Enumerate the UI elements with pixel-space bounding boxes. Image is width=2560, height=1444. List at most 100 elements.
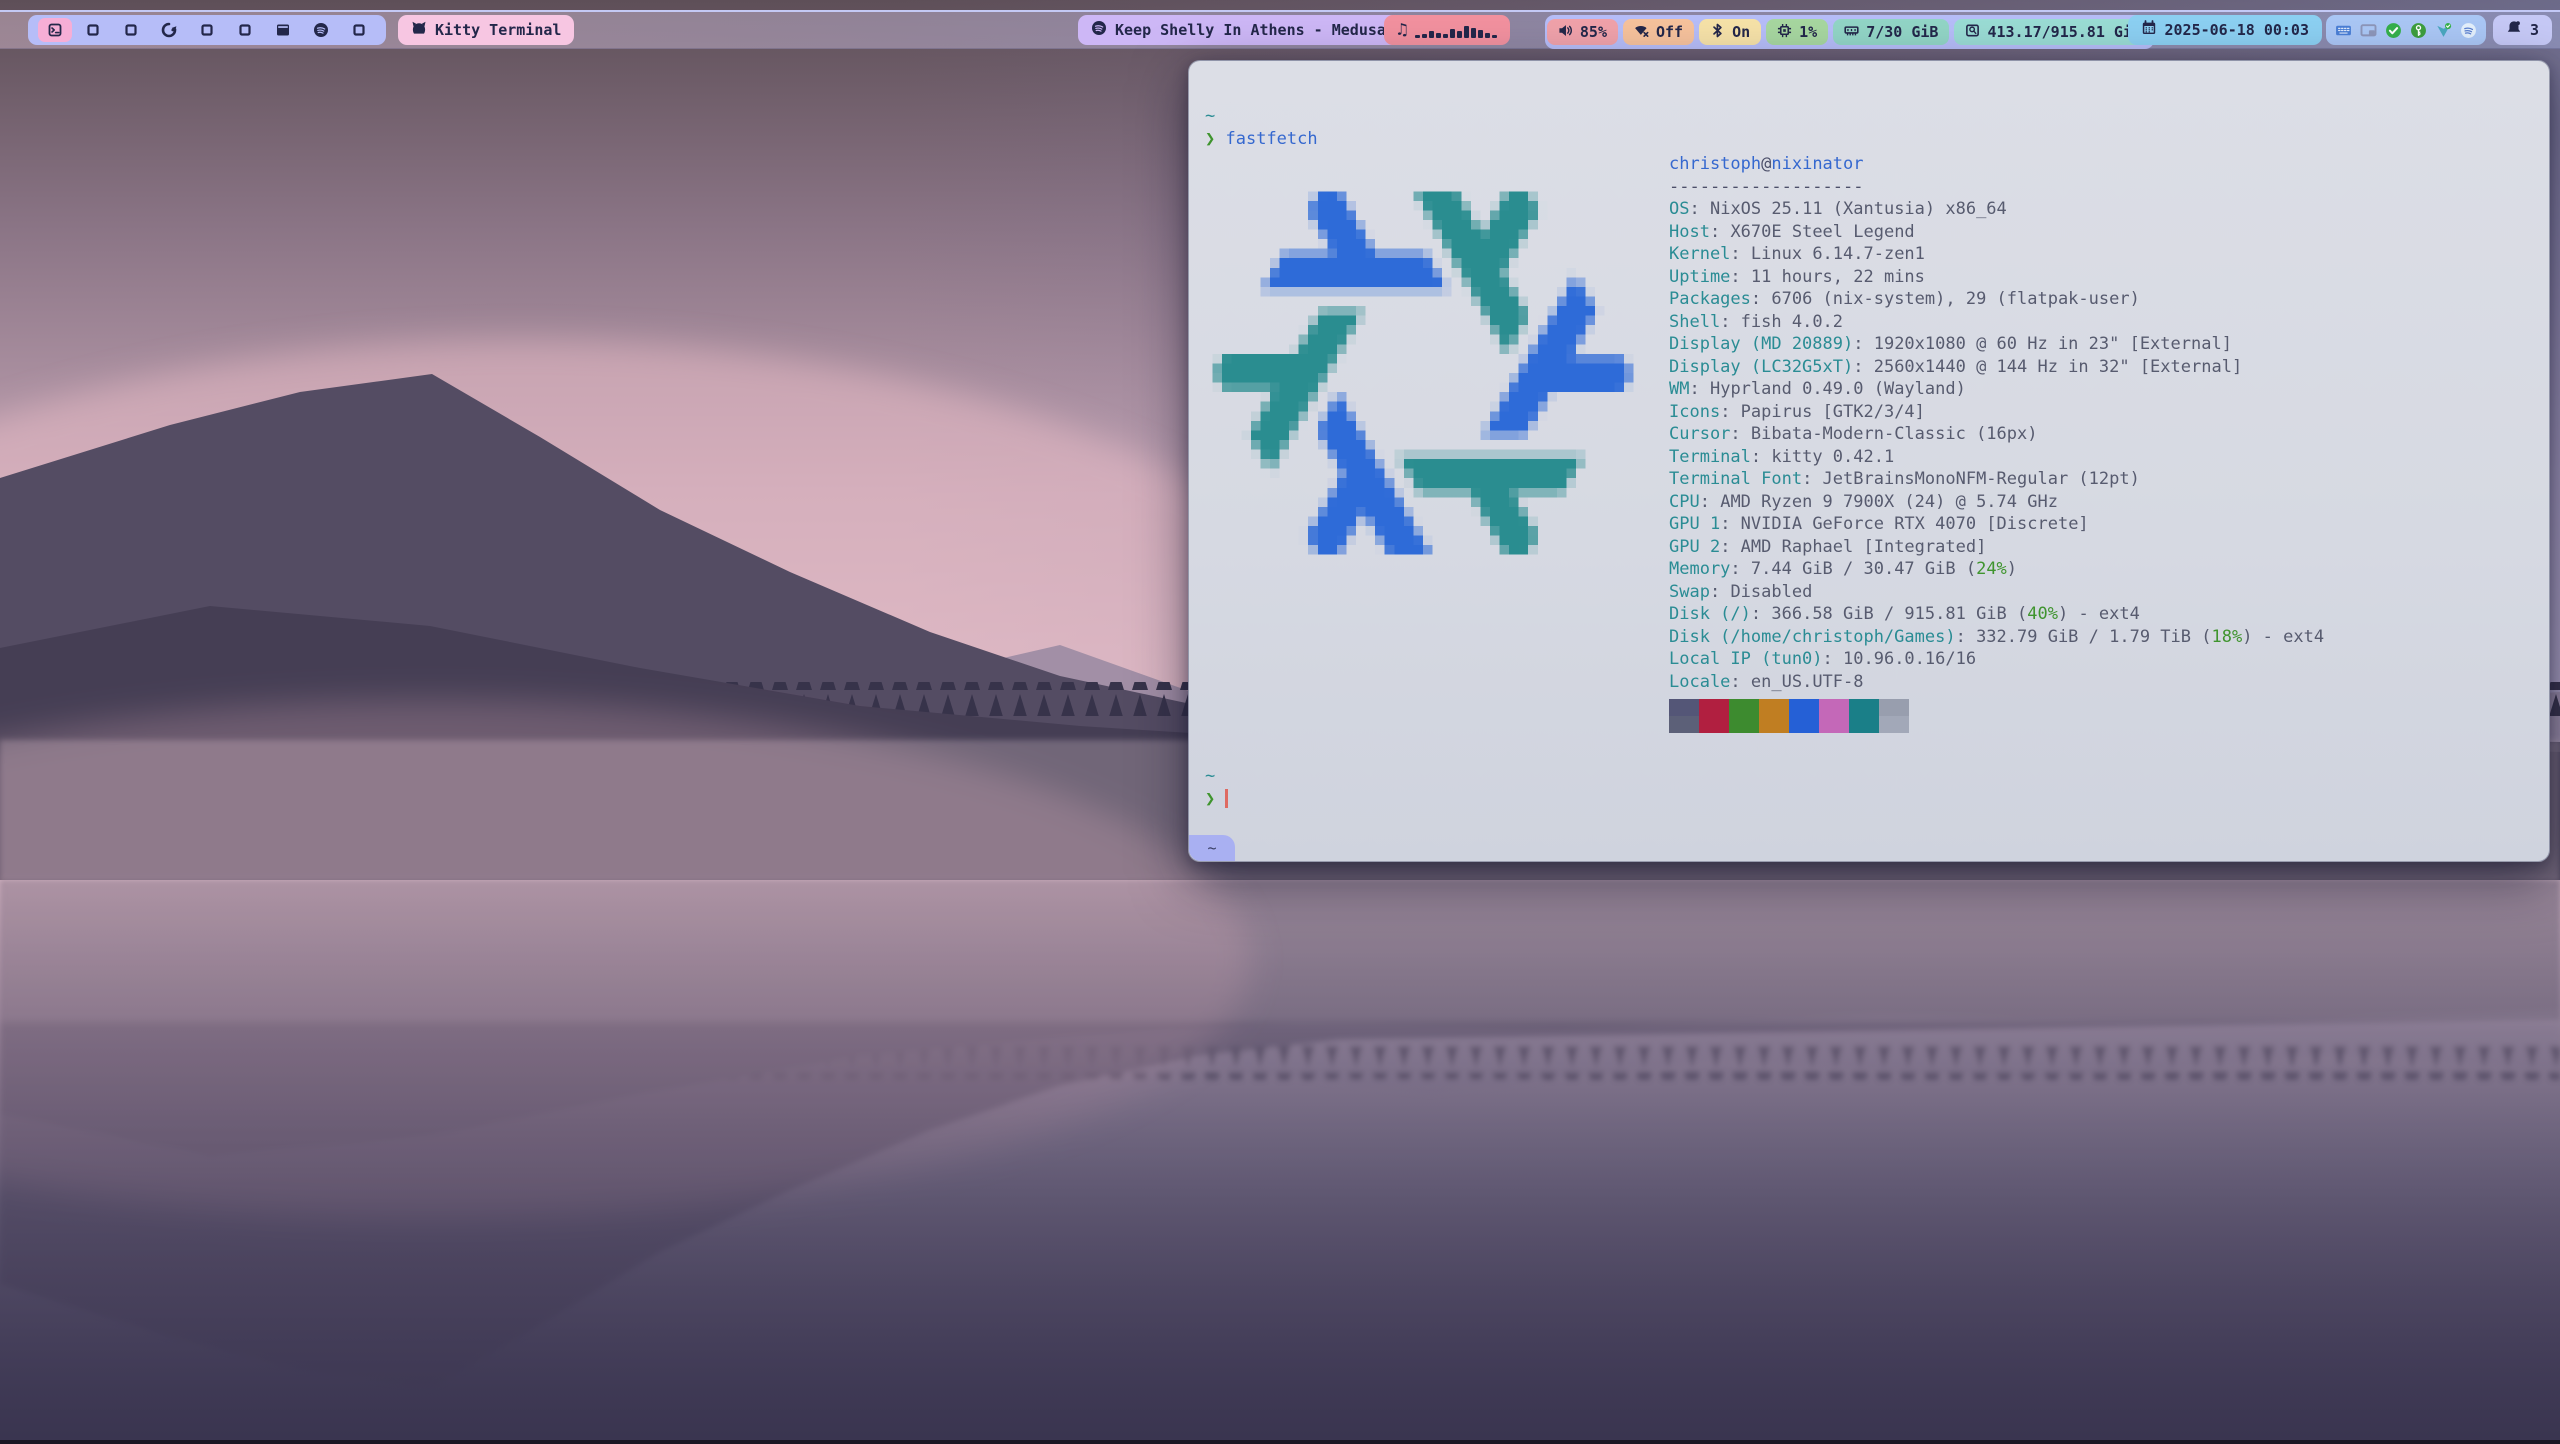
palette-swatch	[1699, 699, 1729, 716]
music-player-pill[interactable]: Keep Shelly In Athens - Medusa	[1078, 15, 1399, 45]
palette-swatch	[1849, 699, 1879, 716]
fetch-row-locale: Locale: en_US.UTF-8	[1669, 671, 2324, 694]
hdd-icon	[1965, 23, 1980, 42]
workspace-6-square[interactable]	[226, 15, 264, 45]
audio-visualizer-pill[interactable]: ♫	[1384, 15, 1510, 45]
prompt-symbol: ❯	[1205, 129, 1215, 149]
active-prompt[interactable]: ~ ❯	[1205, 765, 1228, 810]
palette-row-2	[1669, 716, 2324, 733]
command-text: fastfetch	[1226, 129, 1318, 149]
palette-swatch	[1879, 716, 1909, 733]
fetch-row-kernel: Kernel: Linux 6.14.7-zen1	[1669, 243, 2324, 266]
square-icon	[351, 22, 367, 38]
visualizer-bar	[1485, 33, 1490, 38]
palette-swatch	[1819, 716, 1849, 733]
notifications-pill[interactable]: 3	[2493, 15, 2552, 45]
fetch-row-display-md-20889-: Display (MD 20889): 1920x1080 @ 60 Hz in…	[1669, 333, 2324, 356]
bluetooth-icon	[1710, 23, 1725, 42]
workspace-5-square[interactable]	[188, 15, 226, 45]
prompt-input-line[interactable]: ❯	[1205, 788, 1228, 811]
visualizer-bar	[1471, 28, 1476, 38]
fetch-row-memory: Memory: 7.44 GiB / 30.47 GiB (24%)	[1669, 558, 2324, 581]
visualizer-bar	[1429, 31, 1434, 38]
tray-check-icon[interactable]	[2385, 22, 2402, 39]
fetch-row-os: OS: NixOS 25.11 (Xantusia) x86_64	[1669, 198, 2324, 221]
fetch-row-icons: Icons: Papirus [GTK2/3/4]	[1669, 401, 2324, 424]
workspace-8-spotify[interactable]	[302, 15, 340, 45]
palette-swatch	[1729, 716, 1759, 733]
tray-keyboard-icon[interactable]	[2335, 22, 2352, 39]
square-icon	[85, 22, 101, 38]
window-title-label: Kitty Terminal	[435, 21, 561, 39]
fetch-row-uptime: Uptime: 11 hours, 22 mins	[1669, 266, 2324, 289]
terminal-tab[interactable]: ~	[1189, 835, 1235, 861]
module-network[interactable]: Off	[1623, 19, 1694, 45]
fetch-rows: OS: NixOS 25.11 (Xantusia) x86_64Host: X…	[1669, 198, 2324, 693]
firefox-icon	[161, 22, 177, 38]
fetch-row-cursor: Cursor: Bibata-Modern-Classic (16px)	[1669, 423, 2324, 446]
fetch-row-cpu: CPU: AMD Ryzen 9 7900X (24) @ 5.74 GHz	[1669, 491, 2324, 514]
visualizer-bar	[1492, 35, 1497, 38]
workspace-4-firefox[interactable]	[150, 15, 188, 45]
module-bluetooth[interactable]: On	[1699, 19, 1761, 45]
square-icon	[237, 22, 253, 38]
fetch-row-display-lc32g5xt-: Display (LC32G5xT): 2560x1440 @ 144 Hz i…	[1669, 356, 2324, 379]
fetch-row-packages: Packages: 6706 (nix-system), 29 (flatpak…	[1669, 288, 2324, 311]
window-title-pill[interactable]: Kitty Terminal	[398, 15, 574, 45]
palette-swatch	[1849, 716, 1879, 733]
fastfetch-output: christoph@nixinator ------------------- …	[1669, 153, 2324, 733]
fetch-row-swap: Swap: Disabled	[1669, 581, 2324, 604]
tray-spotify-tray-icon[interactable]	[2460, 22, 2477, 39]
module-bluetooth-label: On	[1732, 23, 1750, 41]
module-volume[interactable]: 85%	[1547, 19, 1618, 45]
palette-swatch	[1669, 716, 1699, 733]
tray-sync-icon[interactable]	[2435, 22, 2452, 39]
terminal-window[interactable]: ~ ❯ fastfetch christoph@nixinator ------…	[1188, 60, 2550, 862]
visualizer-bar	[1457, 31, 1462, 38]
module-network-label: Off	[1656, 23, 1683, 41]
terminal-palette	[1669, 699, 2324, 733]
module-disk[interactable]: 413.17/915.81 GiB	[1954, 19, 2152, 45]
palette-row-1	[1669, 699, 2324, 716]
fetch-row-disk-home-christoph-games-: Disk (/home/christoph/Games): 332.79 GiB…	[1669, 626, 2324, 649]
workspace-3-square[interactable]	[112, 15, 150, 45]
workspace-9-square[interactable]	[340, 15, 378, 45]
fetch-row-terminal-font: Terminal Font: JetBrainsMonoNFM-Regular …	[1669, 468, 2324, 491]
workspace-1-terminal[interactable]	[36, 15, 74, 45]
prompt-command-line: ❯ fastfetch	[1205, 128, 1318, 151]
module-disk-label: 413.17/915.81 GiB	[1987, 23, 2141, 41]
tray-keepassxc-icon[interactable]	[2410, 22, 2427, 39]
bell-icon	[2506, 20, 2522, 40]
fetch-row-gpu-1: GPU 1: NVIDIA GeForce RTX 4070 [Discrete…	[1669, 513, 2324, 536]
tray-screenshare-icon[interactable]	[2360, 22, 2377, 39]
music-note-icon: ♫	[1397, 22, 1407, 39]
module-memory-label: 7/30 GiB	[1866, 23, 1938, 41]
visualizer-bars	[1415, 22, 1497, 38]
status-bar: Kitty Terminal Keep Shelly In Athens - M…	[0, 10, 2560, 49]
workspace-7-window[interactable]	[264, 15, 302, 45]
system-tray	[2326, 15, 2486, 45]
palette-swatch	[1669, 699, 1699, 716]
visualizer-bar	[1443, 34, 1448, 38]
module-cpu-label: 1%	[1799, 23, 1817, 41]
visualizer-bar	[1450, 29, 1455, 38]
square-icon	[123, 22, 139, 38]
spotify-icon	[1091, 20, 1107, 40]
cpu-icon	[1777, 23, 1792, 42]
workspaces	[28, 15, 386, 45]
workspace-2-square[interactable]	[74, 15, 112, 45]
visualizer-bar	[1478, 30, 1483, 38]
nixos-logo	[1203, 153, 1643, 593]
palette-swatch	[1699, 716, 1729, 733]
prompt-history: ~ ❯ fastfetch	[1205, 105, 1318, 150]
fetch-row-gpu-2: GPU 2: AMD Raphael [Integrated]	[1669, 536, 2324, 559]
visualizer-bar	[1464, 26, 1469, 38]
terminal-tab-bar: ~	[1189, 835, 2549, 861]
palette-swatch	[1789, 716, 1819, 733]
clock-pill[interactable]: 2025-06-18 00:03	[2128, 15, 2323, 45]
module-memory[interactable]: 7/30 GiB	[1833, 19, 1949, 45]
clock-label: 2025-06-18 00:03	[2165, 21, 2310, 39]
prompt-path: ~	[1205, 765, 1228, 788]
module-cpu[interactable]: 1%	[1766, 19, 1828, 45]
music-track-label: Keep Shelly In Athens - Medusa	[1115, 21, 1386, 39]
